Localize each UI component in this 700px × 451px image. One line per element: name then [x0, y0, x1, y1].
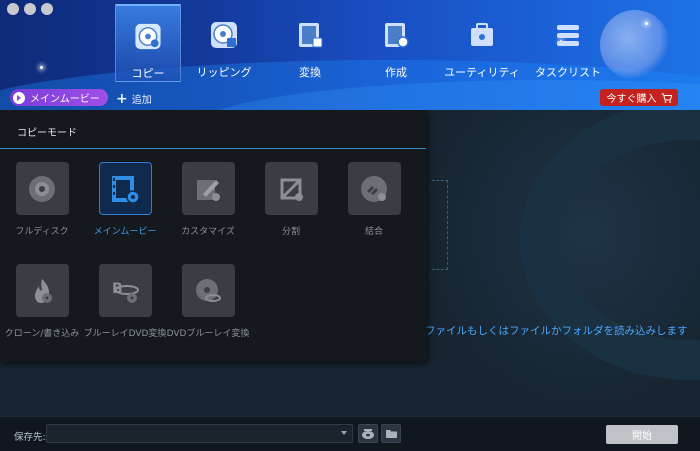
- arrow-right-icon: [13, 91, 25, 104]
- mode-clone-burn[interactable]: クローン/書き込み: [0, 264, 87, 339]
- main-nav-tabs: コピー リッピング 変換 作成 ユーティリティ タスクリスト: [115, 4, 611, 82]
- tab-create[interactable]: 作成: [353, 4, 439, 82]
- merge-icon: [361, 175, 387, 202]
- mode-split-label: 分割: [281, 227, 300, 237]
- full-disc-icon: [29, 175, 55, 202]
- film-convert-icon: [299, 23, 323, 48]
- mode-tile: [15, 162, 69, 215]
- film-create-icon: [385, 23, 409, 48]
- disc-copy-icon: [135, 23, 161, 50]
- mode-dvd-to-bluray[interactable]: DVDブルーレイ変換: [163, 264, 253, 339]
- mode-tile: [181, 264, 235, 317]
- split-icon: [280, 178, 303, 201]
- toolbox-icon: [471, 23, 493, 46]
- mode-bluray-to-dvd[interactable]: B ブルーレイDVD変換: [80, 264, 170, 339]
- start-button[interactable]: 開始: [606, 425, 678, 444]
- mode-customize[interactable]: カスタマイズ: [163, 162, 253, 237]
- mode-bluray-to-dvd-label: ブルーレイDVD変換: [83, 329, 167, 339]
- buy-now-label: 今すぐ購入: [606, 94, 657, 105]
- mode-customize-label: カスタマイズ: [181, 227, 235, 237]
- mode-tile: [15, 264, 69, 317]
- tab-convert-label: 変換: [299, 66, 321, 79]
- window-minimize-button[interactable]: [24, 3, 36, 15]
- mode-main-movie[interactable]: メインムービー: [80, 162, 170, 237]
- chevron-down-icon[interactable]: [341, 431, 347, 435]
- disc-output-icon: [362, 428, 374, 439]
- window-maximize-button[interactable]: [41, 3, 53, 15]
- tab-task-list[interactable]: タスクリスト: [525, 4, 611, 82]
- save-to-label: 保存先:: [14, 432, 46, 443]
- main-area: ファイルもしくはファイルかフォルダを読み込みします コピーモード フルディスク: [0, 110, 700, 416]
- tab-ripping-label: リッピング: [196, 66, 252, 79]
- bottom-bar: 保存先: 開始: [0, 416, 700, 451]
- iso-output-button[interactable]: [358, 424, 378, 443]
- mode-dvd-to-bluray-label: DVDブルーレイ変換: [166, 329, 250, 339]
- task-list-icon: [557, 25, 579, 46]
- star-decoration: [40, 66, 43, 69]
- disc-rip-icon: [211, 22, 237, 48]
- main-movie-button[interactable]: メインムービー: [10, 89, 108, 106]
- star-decoration: [645, 22, 648, 25]
- window-controls: [7, 3, 53, 15]
- main-movie-icon: [112, 175, 140, 204]
- load-hint-text[interactable]: ファイルもしくはファイルかフォルダを読み込みします: [425, 323, 688, 338]
- mode-merge[interactable]: 結合: [329, 162, 419, 237]
- mode-full-disc-label: フルディスク: [15, 227, 69, 237]
- customize-icon: [197, 179, 220, 201]
- mode-full-disc[interactable]: フルディスク: [0, 162, 87, 237]
- tab-copy-label: コピー: [131, 67, 165, 80]
- dvd-to-bluray-icon: [196, 278, 221, 302]
- add-button[interactable]: + 追加: [116, 90, 152, 107]
- tab-task-list-label: タスクリスト: [535, 66, 601, 79]
- mode-tile: [264, 162, 318, 215]
- tab-ripping[interactable]: リッピング: [181, 4, 267, 82]
- mode-split[interactable]: 分割: [246, 162, 336, 237]
- mode-clone-burn-label: クローン/書き込み: [4, 329, 80, 339]
- bluray-to-dvd-icon: B: [112, 281, 139, 303]
- top-banner: コピー リッピング 変換 作成 ユーティリティ タスクリスト メインムービー +…: [0, 0, 700, 110]
- main-movie-label: メインムービー: [30, 94, 100, 105]
- plus-icon: +: [116, 90, 128, 107]
- tab-utility[interactable]: ユーティリティ: [439, 4, 525, 82]
- drop-zone[interactable]: [432, 180, 448, 270]
- tab-utility-label: ユーティリティ: [444, 66, 520, 79]
- window-close-button[interactable]: [7, 3, 19, 15]
- mode-tile: [181, 162, 235, 215]
- mode-tile: [347, 162, 401, 215]
- mode-merge-label: 結合: [364, 227, 383, 237]
- mode-tile: B: [98, 264, 152, 317]
- tab-convert[interactable]: 変換: [267, 4, 353, 82]
- mode-tile: [98, 162, 152, 215]
- folder-icon: [385, 430, 397, 438]
- mode-main-movie-label: メインムービー: [93, 227, 157, 237]
- buy-now-button[interactable]: 今すぐ購入: [600, 89, 678, 106]
- copy-mode-panel: コピーモード フルディスク メインムービー カスタマイズ 分割 結合 クローン/…: [0, 110, 426, 362]
- copy-mode-title: コピーモード: [0, 110, 426, 149]
- clone-burn-icon: [34, 278, 52, 303]
- tab-create-label: 作成: [385, 66, 407, 79]
- cart-icon: [661, 93, 672, 103]
- save-destination-select[interactable]: [46, 424, 353, 443]
- browse-folder-button[interactable]: [381, 424, 401, 443]
- tab-copy[interactable]: コピー: [115, 4, 181, 82]
- add-label: 追加: [131, 95, 152, 106]
